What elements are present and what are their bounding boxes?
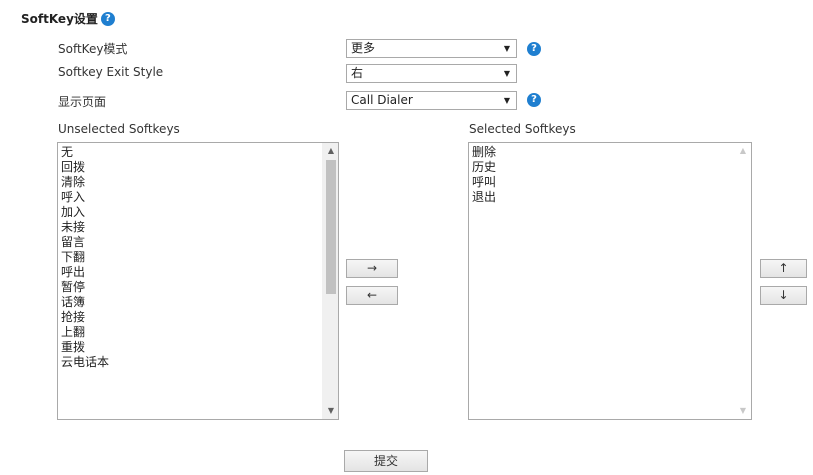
display-page-select[interactable]: Call Dialer ▼ [346,91,517,110]
unselected-softkeys-list[interactable]: 无回拨 清除 呼入 加入 未接 留言 下翻 呼出 暂停 话簿 抢接 上翻 重拨 云电话本 ▲ ▼ [57,142,339,420]
selected-softkeys-label: Selected Softkeys [469,122,576,136]
chevron-down-icon: ▼ [503,69,510,78]
help-icon[interactable]: ? [100,11,115,26]
chevron-down-icon: ▼ [503,44,510,53]
selected-items: 删除 历史 呼叫 退出 [472,145,496,205]
unselected-items: 无回拨 清除 呼入 加入 未接 留言 下翻 呼出 暂停 话簿 抢接 上翻 重拨 云电话本 [61,145,109,370]
softkey-exit-style-value: 右 [351,66,364,80]
unselected-scrollbar[interactable]: ▲ ▼ [322,143,338,419]
display-page-value: Call Dialer [351,93,413,107]
section-title-text: SoftKey设置 [21,12,98,26]
help-icon[interactable]: ? [527,93,541,107]
help-icon[interactable]: ? [527,42,541,56]
list-item[interactable]: 删除 [472,145,496,160]
selected-softkeys-list[interactable]: 删除 历史 呼叫 退出 ▲ ▼ [468,142,752,420]
chevron-down-icon: ▼ [503,96,510,105]
list-item[interactable]: 退出 [472,190,496,205]
list-item[interactable]: 清除 [61,175,109,190]
section-title: SoftKey设置 ? [21,10,115,27]
scroll-down-icon[interactable]: ▼ [735,403,751,419]
list-item[interactable]: 暂停 [61,280,109,295]
softkey-mode-value: 更多 [351,41,376,55]
move-up-button[interactable]: ↑ [760,259,807,278]
softkey-mode-select[interactable]: 更多 ▼ [346,39,517,58]
list-item[interactable]: 无 [61,145,109,160]
list-item[interactable]: 回拨 [61,160,109,175]
scroll-down-icon[interactable]: ▼ [323,403,338,419]
selected-scrollbar[interactable]: ▲ ▼ [735,143,751,419]
list-item[interactable]: 呼入 [61,190,109,205]
display-page-label: 显示页面 [58,95,107,109]
list-item[interactable]: 云电话本 [61,355,109,370]
list-item[interactable]: 下翻 [61,250,109,265]
submit-button[interactable]: 提交 [344,450,428,472]
softkey-exit-style-label: Softkey Exit Style [58,65,164,79]
softkey-mode-label: SoftKey模式 [58,42,128,56]
list-item[interactable]: 重拨 [61,340,109,355]
move-right-button[interactable]: → [346,259,398,278]
list-item[interactable]: 上翻 [61,325,109,340]
move-left-button[interactable]: ← [346,286,398,305]
scroll-up-icon[interactable]: ▲ [735,143,751,159]
list-item[interactable]: 抢接 [61,310,109,325]
list-item[interactable]: 历史 [472,160,496,175]
scroll-up-icon[interactable]: ▲ [323,143,338,159]
list-item[interactable]: 未接 [61,220,109,235]
softkey-exit-style-select[interactable]: 右 ▼ [346,64,517,83]
move-down-button[interactable]: ↓ [760,286,807,305]
list-item[interactable]: 呼叫 [472,175,496,190]
unselected-softkeys-label: Unselected Softkeys [58,122,180,136]
list-item[interactable]: 加入 [61,205,109,220]
list-item[interactable]: 呼出 [61,265,109,280]
scrollbar-thumb[interactable] [326,160,336,294]
list-item[interactable]: 留言 [61,235,109,250]
list-item[interactable]: 话簿 [61,295,109,310]
